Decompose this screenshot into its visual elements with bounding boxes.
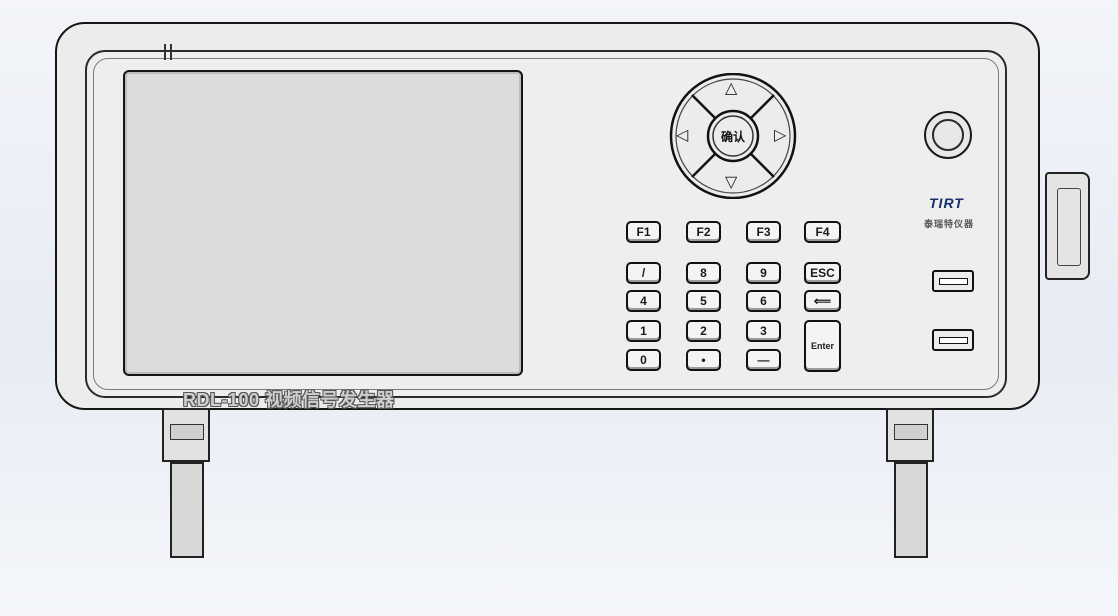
key-9[interactable]: 9 bbox=[746, 262, 781, 284]
dot-key[interactable]: • bbox=[686, 349, 721, 371]
brand-logo-text: TIRT bbox=[929, 195, 964, 211]
key-2[interactable]: 2 bbox=[686, 320, 721, 342]
foot-clamp bbox=[162, 408, 210, 462]
f1-key[interactable]: F1 bbox=[626, 221, 661, 243]
foot-leg bbox=[894, 462, 928, 558]
key-3[interactable]: 3 bbox=[746, 320, 781, 342]
key-4[interactable]: 4 bbox=[626, 290, 661, 312]
key-1[interactable]: 1 bbox=[626, 320, 661, 342]
foot-clamp bbox=[886, 408, 934, 462]
slash-key[interactable]: / bbox=[626, 262, 661, 284]
backspace-key[interactable]: ⟸ bbox=[804, 290, 841, 312]
key-6[interactable]: 6 bbox=[746, 290, 781, 312]
f2-key[interactable]: F2 bbox=[686, 221, 721, 243]
esc-key[interactable]: ESC bbox=[804, 262, 841, 284]
left-arrow-icon[interactable]: ◁ bbox=[676, 128, 688, 144]
confirm-button[interactable]: 确认 bbox=[710, 113, 756, 159]
key-8[interactable]: 8 bbox=[686, 262, 721, 284]
right-foot bbox=[886, 408, 934, 558]
direction-pad: △ ▽ ◁ ▷ 确认 bbox=[668, 73, 798, 199]
right-arrow-icon[interactable]: ▷ bbox=[774, 128, 786, 144]
enter-key[interactable]: Enter bbox=[804, 320, 841, 372]
model-label: RDL-100 视频信号发生器 bbox=[183, 390, 395, 410]
brand-logo: TIRT bbox=[929, 195, 964, 211]
panel-mark bbox=[170, 44, 172, 60]
usb-port-icon[interactable] bbox=[932, 270, 974, 292]
up-arrow-icon[interactable]: △ bbox=[725, 81, 737, 97]
left-foot bbox=[162, 408, 210, 558]
down-arrow-icon[interactable]: ▽ bbox=[725, 175, 737, 191]
brand-chinese-name: 泰瑞特仪器 bbox=[924, 219, 975, 229]
minus-key[interactable]: — bbox=[746, 349, 781, 371]
display-screen bbox=[123, 70, 523, 376]
panel-mark bbox=[164, 44, 166, 60]
usb-port-icon[interactable] bbox=[932, 329, 974, 351]
f3-key[interactable]: F3 bbox=[746, 221, 781, 243]
key-0[interactable]: 0 bbox=[626, 349, 661, 371]
key-5[interactable]: 5 bbox=[686, 290, 721, 312]
f4-key[interactable]: F4 bbox=[804, 221, 841, 243]
knob-icon[interactable] bbox=[924, 111, 972, 159]
foot-leg bbox=[170, 462, 204, 558]
side-connector-icon bbox=[1045, 172, 1090, 280]
